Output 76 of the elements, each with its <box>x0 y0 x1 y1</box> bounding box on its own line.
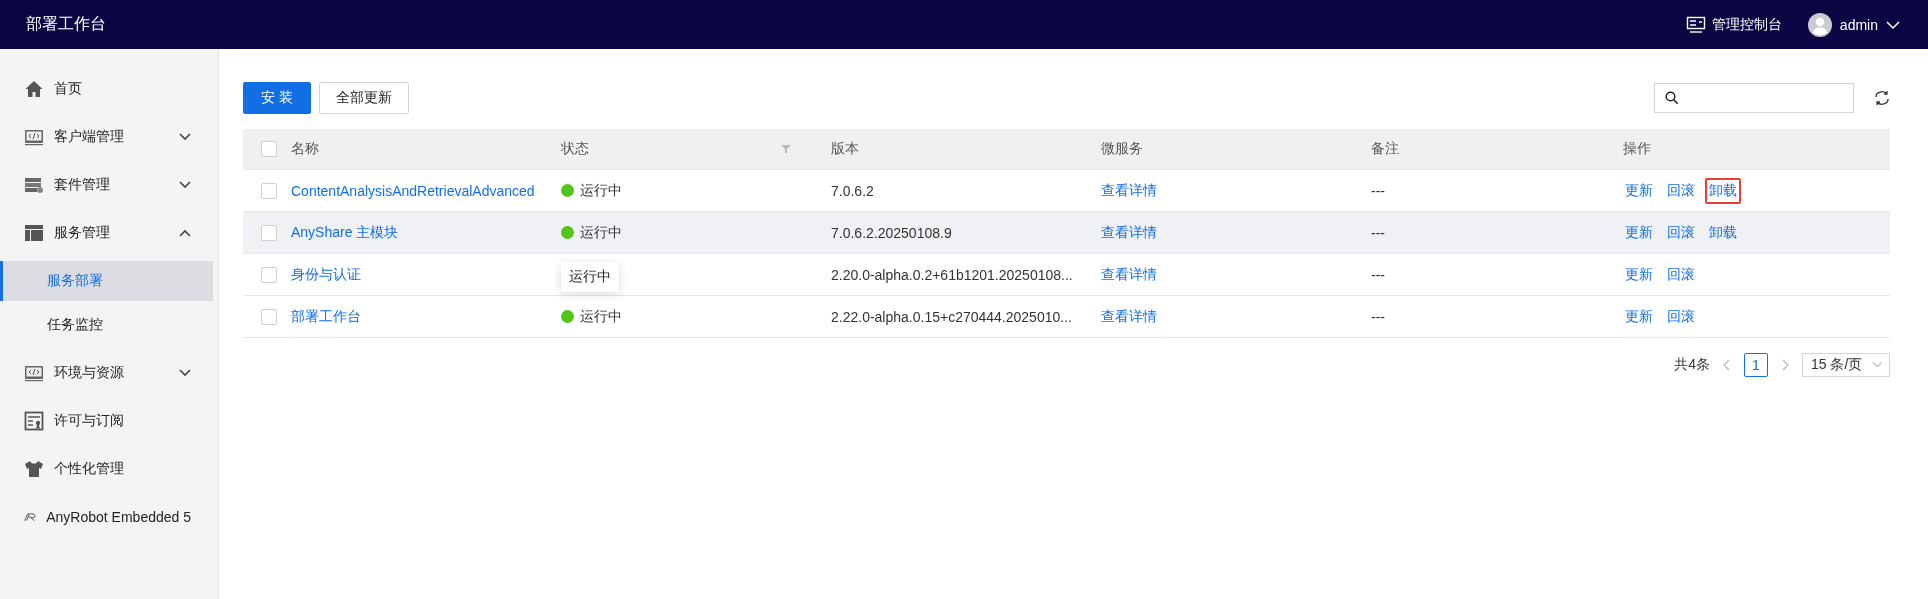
nav-item[interactable]: 客户端管理 <box>0 113 213 161</box>
action-link[interactable]: 卸载 <box>1705 177 1741 204</box>
filter-icon[interactable] <box>781 144 791 154</box>
service-name-link[interactable]: ContentAnalysisAndRetrievalAdvanced <box>291 182 535 199</box>
status-text: 运行中 <box>580 223 622 242</box>
column-header: 版本 <box>831 140 859 158</box>
column-header: 操作 <box>1623 140 1651 158</box>
chevron-down-icon <box>1886 19 1900 30</box>
search-field[interactable] <box>1654 83 1854 113</box>
action-link[interactable]: 回滚 <box>1663 261 1699 288</box>
next-page-icon[interactable] <box>1780 359 1790 371</box>
update-all-button[interactable]: 全部更新 <box>318 82 409 114</box>
remark-text: --- <box>1371 308 1385 325</box>
view-details-link[interactable]: 查看详情 <box>1101 265 1157 284</box>
avatar-icon <box>1807 12 1832 37</box>
column-header: 状态 <box>561 140 589 158</box>
action-link[interactable]: 更新 <box>1621 219 1657 246</box>
service-name-link[interactable]: 部署工作台 <box>291 307 361 326</box>
column-header: 微服务 <box>1101 140 1143 158</box>
version-text: 7.0.6.2.20250108.9 <box>831 224 952 241</box>
view-details-link[interactable]: 查看详情 <box>1101 181 1157 200</box>
remark-text: --- <box>1371 266 1385 283</box>
chevron-down-icon <box>1872 361 1883 369</box>
column-header: 名称 <box>291 140 319 158</box>
nav-item[interactable]: 首页 <box>0 65 213 113</box>
page-button[interactable]: 1 <box>1744 353 1768 377</box>
service-name-link[interactable]: AnyShare 主模块 <box>291 223 399 242</box>
remark-text: --- <box>1371 182 1385 199</box>
version-text: 2.20.0-alpha.0.2+61b1201.20250108... <box>831 266 1073 283</box>
search-icon <box>1665 91 1679 105</box>
nav-item[interactable]: AnyRobot Embedded 5 <box>0 493 213 541</box>
nav-item[interactable]: 个性化管理 <box>0 445 213 493</box>
action-link[interactable]: 更新 <box>1621 303 1657 330</box>
action-link[interactable]: 回滚 <box>1663 303 1699 330</box>
checkbox[interactable] <box>261 141 277 157</box>
document-icon <box>24 411 44 431</box>
console-link[interactable]: 管理控制台 <box>1685 15 1782 34</box>
checkbox[interactable] <box>261 266 277 283</box>
action-link[interactable]: 卸载 <box>1705 219 1741 246</box>
nav-item[interactable]: 许可与订阅 <box>0 397 213 445</box>
action-link[interactable]: 更新 <box>1621 261 1657 288</box>
action-link[interactable]: 更新 <box>1621 177 1657 204</box>
server-icon <box>24 175 44 195</box>
refresh-icon[interactable] <box>1874 89 1890 107</box>
service-name-link[interactable]: 身份与认证 <box>291 265 361 284</box>
total-count: 共4条 <box>1674 356 1710 374</box>
home-icon <box>24 79 44 99</box>
code-window-icon <box>24 363 44 383</box>
version-text: 2.22.0-alpha.0.15+c270444.2025010... <box>831 308 1072 325</box>
remark-text: --- <box>1371 224 1385 241</box>
nav-item[interactable]: 服务管理 <box>0 209 213 257</box>
view-details-link[interactable]: 查看详情 <box>1101 223 1157 242</box>
checkbox[interactable] <box>261 224 277 241</box>
view-details-link[interactable]: 查看详情 <box>1101 307 1157 326</box>
nav-subitem[interactable]: 服务部署 <box>0 261 213 301</box>
status-text: 运行中 <box>580 181 622 200</box>
action-link[interactable]: 回滚 <box>1663 177 1699 204</box>
app-title: 部署工作台 <box>26 14 106 34</box>
previous-page-icon[interactable] <box>1722 359 1732 371</box>
action-link[interactable]: 回滚 <box>1663 219 1699 246</box>
column-header: 备注 <box>1371 140 1399 158</box>
page-size-select[interactable]: 15 条/页 <box>1802 353 1890 377</box>
shirt-icon <box>24 459 44 479</box>
checkbox[interactable] <box>261 182 277 199</box>
nav-subitem[interactable]: 任务监控 <box>0 305 213 345</box>
user-menu[interactable]: admin <box>1807 12 1900 37</box>
layout-icon <box>24 223 44 243</box>
status-text: 运行中 <box>580 307 622 326</box>
nav-item[interactable]: 环境与资源 <box>0 349 213 397</box>
tooltip: 运行中 <box>561 262 619 292</box>
version-text: 7.0.6.2 <box>831 182 874 199</box>
code-window-icon <box>24 127 44 147</box>
install-button[interactable]: 安 装 <box>243 82 311 114</box>
checkbox[interactable] <box>261 308 277 325</box>
monitor-icon <box>1685 15 1706 34</box>
nav-item[interactable]: 套件管理 <box>0 161 213 209</box>
